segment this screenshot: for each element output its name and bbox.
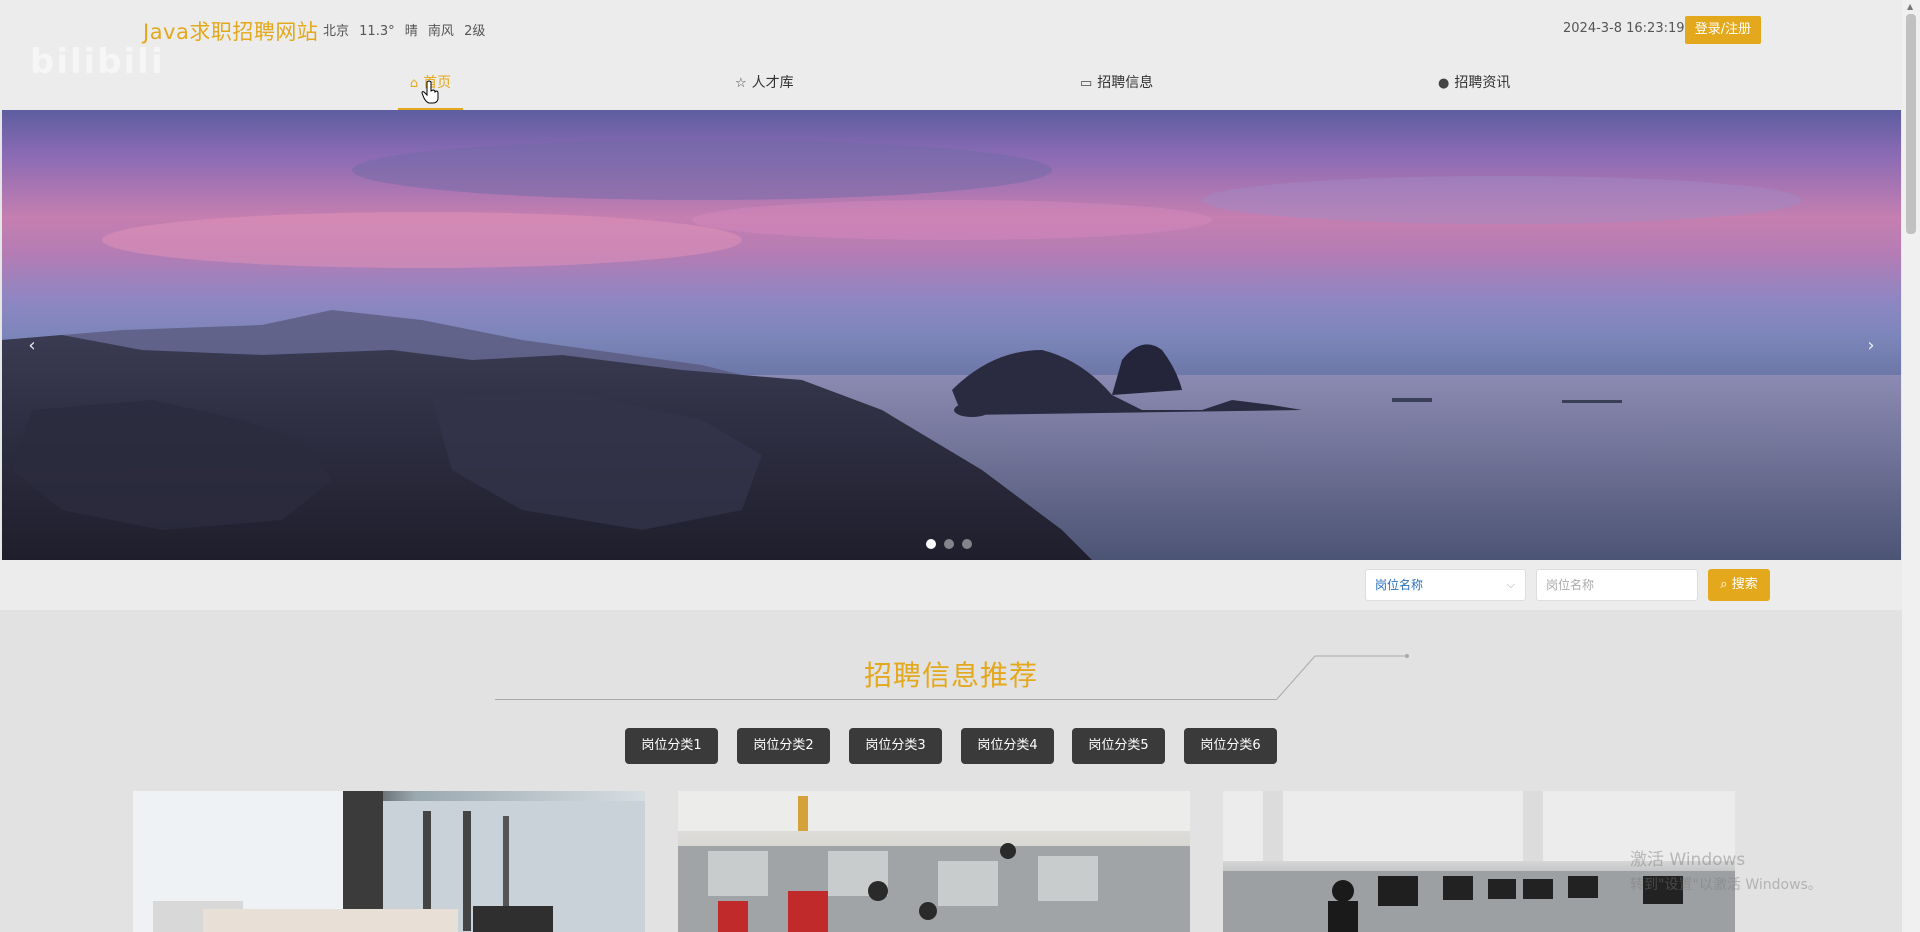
banner-carousel: ‹ › [2, 110, 1901, 560]
carousel-dot[interactable] [944, 539, 954, 549]
carousel-next-button[interactable]: › [1853, 328, 1889, 364]
main-nav: ⌂ 首页 ☆ 人才库 ▭ 招聘信息 ● 招聘资讯 [0, 58, 1902, 110]
bag-icon: ▭ [1080, 76, 1093, 91]
hand-cursor-icon [421, 80, 439, 104]
job-card-image[interactable] [133, 791, 645, 932]
windows-activation-watermark: 激活 Windows 转到"设置"以激活 Windows。 [1630, 845, 1822, 894]
nav-item-news[interactable]: ● 招聘资讯 [1438, 58, 1510, 110]
datetime: 2024-3-8 16:23:19 [1563, 21, 1685, 36]
search-type-value: 岗位名称 [1375, 578, 1424, 592]
carousel-indicators [926, 534, 980, 553]
weather-condition: 晴 [404, 24, 418, 39]
nav-item-label: 人才库 [751, 75, 794, 91]
carousel-prev-button[interactable]: ‹ [14, 328, 50, 364]
star-icon: ☆ [735, 76, 747, 91]
weather-level: 2级 [464, 24, 486, 39]
carousel-dot[interactable] [962, 539, 972, 549]
page: Java求职招聘网站 北京 11.3° 晴 南风 2级 2024-3-8 16:… [0, 0, 1920, 932]
alert-icon: ● [1438, 76, 1450, 91]
weather-temp: 11.3° [359, 24, 395, 39]
job-card-image[interactable] [678, 791, 1190, 932]
banner-image [2, 140, 1901, 560]
nav-item-talent[interactable]: ☆ 人才库 [735, 58, 794, 110]
nav-item-label: 招聘信息 [1097, 75, 1154, 91]
site-title[interactable]: Java求职招聘网站 [143, 16, 318, 46]
page-scrollbar[interactable]: ▲ [1902, 0, 1920, 932]
nav-item-label: 招聘资讯 [1454, 75, 1511, 91]
search-bar: 岗位名称 ⌵ ⌕ 搜索 [0, 560, 1902, 610]
scroll-up-icon[interactable]: ▲ [1907, 2, 1913, 11]
nav-item-jobs[interactable]: ▭ 招聘信息 [1080, 58, 1153, 110]
category-button-5[interactable]: 岗位分类5 [1072, 728, 1165, 764]
search-input[interactable] [1536, 569, 1698, 601]
carousel-dot[interactable] [926, 539, 936, 549]
top-bar: Java求职招聘网站 北京 11.3° 晴 南风 2级 2024-3-8 16:… [0, 0, 1902, 58]
title-decoration [1276, 654, 1409, 700]
category-button-6[interactable]: 岗位分类6 [1184, 728, 1277, 764]
category-button-2[interactable]: 岗位分类2 [737, 728, 830, 764]
search-button-label: 搜索 [1731, 577, 1758, 592]
category-button-4[interactable]: 岗位分类4 [961, 728, 1054, 764]
search-type-select[interactable]: 岗位名称 ⌵ [1365, 569, 1526, 601]
windows-activation-title: 激活 Windows [1630, 850, 1746, 870]
weather-city: 北京 [323, 24, 350, 39]
windows-activation-sub: 转到"设置"以激活 Windows。 [1630, 877, 1822, 893]
weather-info: 北京 11.3° 晴 南风 2级 [323, 20, 491, 39]
chevron-down-icon: ⌵ [1506, 578, 1515, 591]
category-button-3[interactable]: 岗位分类3 [849, 728, 942, 764]
weather-wind: 南风 [427, 24, 454, 39]
category-button-1[interactable]: 岗位分类1 [625, 728, 718, 764]
scrollbar-thumb[interactable] [1906, 14, 1916, 234]
search-button[interactable]: ⌕ 搜索 [1708, 569, 1770, 601]
recommend-section: 招聘信息推荐 岗位分类1 岗位分类2 岗位分类3 岗位分类4 岗位分类5 岗位分… [0, 610, 1902, 932]
home-icon: ⌂ [409, 76, 419, 91]
search-icon: ⌕ [1720, 577, 1728, 592]
login-register-button[interactable]: 登录/注册 [1685, 16, 1761, 44]
watermark: bilibili [30, 42, 165, 82]
